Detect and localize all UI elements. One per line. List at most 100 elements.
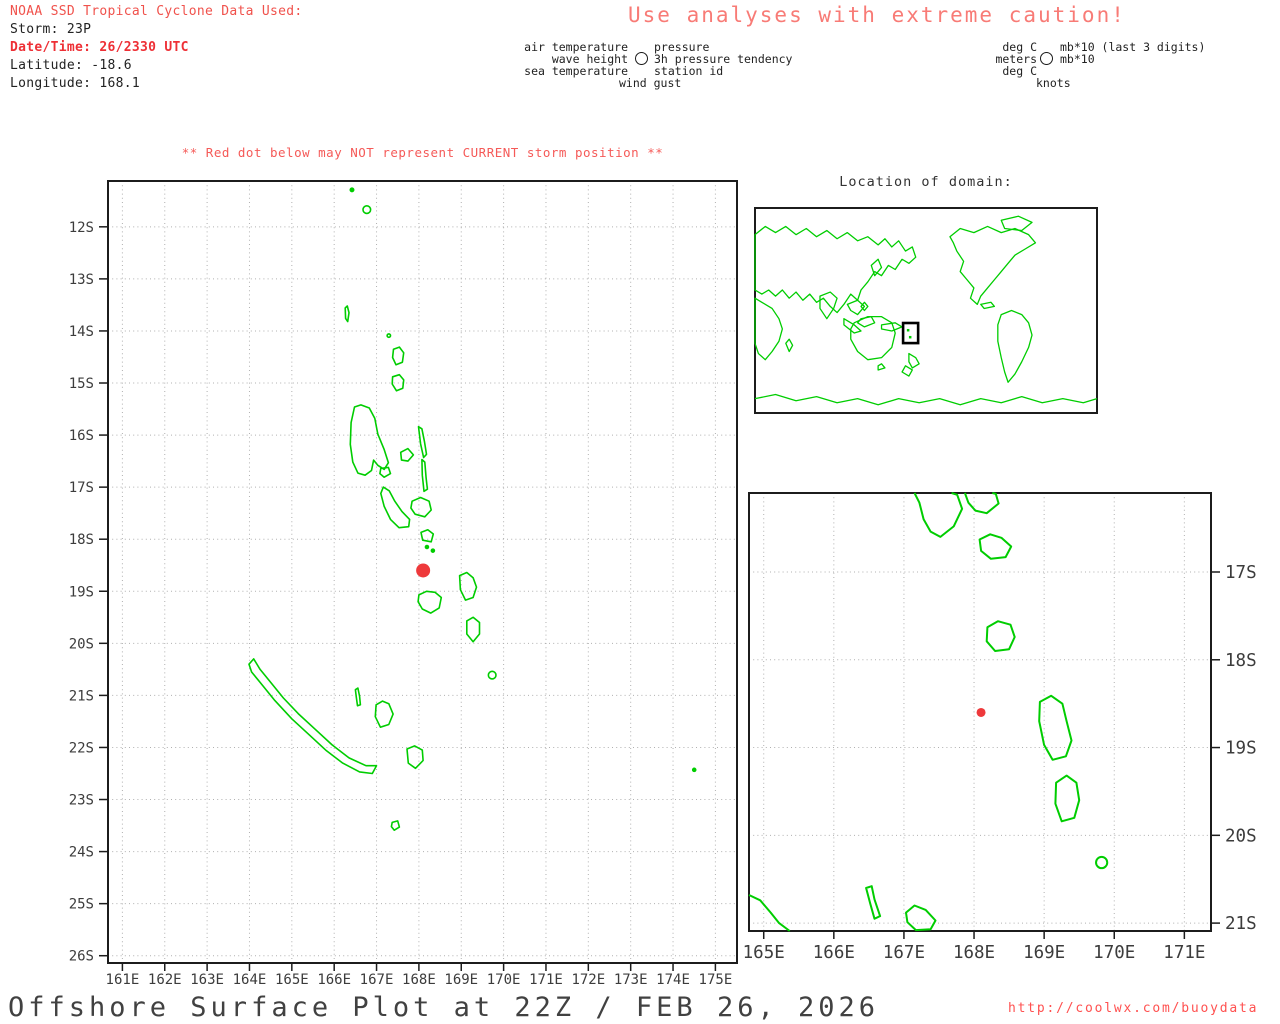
island-santa-cruz-ring [362, 205, 372, 215]
island-aniwa-ring [1095, 855, 1109, 870]
island-malakula [380, 486, 411, 529]
coastlines [248, 187, 697, 831]
island-torres-sliver [344, 305, 350, 323]
island-tanna [1054, 774, 1081, 823]
island-lifou [374, 700, 394, 728]
coastline-cuba [980, 301, 996, 310]
island-shepherd-dot-2 [430, 548, 436, 553]
coastline-new-zealand-south [901, 365, 913, 377]
storm-position-dot [976, 707, 986, 717]
x-tick-label: 168E [953, 943, 995, 963]
island-east-speck [691, 767, 697, 773]
y-tick-label: 21S [1225, 914, 1257, 934]
island-epi [978, 533, 1013, 560]
x-tick-label: 172E [571, 972, 605, 988]
y-tick-label: 18S [69, 532, 94, 548]
island-aniwa-ring [487, 670, 497, 680]
domain-rectangle [901, 321, 920, 345]
y-tick-label: 20S [69, 636, 94, 652]
y-tick-label: 18S [1225, 651, 1257, 671]
x-tick-label: 169E [444, 972, 478, 988]
x-tick-label: 167E [883, 943, 925, 963]
island-new-caledonia-coast [748, 894, 791, 932]
y-tick-label: 25S [69, 897, 94, 913]
coastline-south-america [997, 309, 1033, 383]
x-tick-label: 170E [1093, 943, 1135, 963]
island-new-caledonia [248, 658, 378, 775]
island-erromango [1038, 694, 1073, 761]
island-isle-of-pines [390, 820, 401, 831]
y-tick-label: 14S [69, 324, 94, 340]
y-tick-label: 17S [69, 480, 94, 496]
surface-plot-canvas: 161E 162E 163E 164E 165E 166E 167E 168E 169E 170E… [69, 180, 1257, 988]
island-ambrym-clipped [963, 492, 1000, 515]
coastline-north-america [949, 225, 1037, 306]
island-mare [905, 904, 937, 932]
island-efate [417, 590, 443, 614]
coastline-greenland [1000, 215, 1033, 232]
island-santa-cruz-speck [349, 187, 355, 193]
inset-zoom-map: 165E 166E 167E 168E 169E 170E 171E 17S 18S 19S 20S… [743, 492, 1257, 963]
coastline-eurasia [754, 225, 917, 314]
x-tick-label: 174E [656, 972, 690, 988]
x-tick-label: 166E [813, 943, 855, 963]
x-tick-label: 175E [699, 972, 733, 988]
y-tick-label: 20S [1225, 826, 1257, 846]
x-tick-label: 171E [1163, 943, 1205, 963]
island-maewo [417, 425, 428, 459]
world-map-frame [754, 207, 1098, 414]
y-tick-label: 23S [69, 793, 94, 809]
coastline-japan [870, 258, 883, 277]
coastline-africa [754, 297, 784, 361]
x-tick-label: 170E [487, 972, 521, 988]
x-tick-label: 163E [190, 972, 224, 988]
y-tick-label: 26S [69, 949, 94, 965]
y-tick-label: 21S [69, 688, 94, 704]
island-malakula-clipped [913, 492, 964, 538]
x-tick-label: 173E [614, 972, 648, 988]
island-erromango [458, 571, 478, 601]
y-tick-label: 17S [1225, 563, 1257, 583]
x-tick-label: 171E [529, 972, 563, 988]
island-ambae [399, 447, 415, 462]
island-ambrym [410, 496, 432, 518]
x-tick-label: 161E [106, 972, 140, 988]
island-espiritu-santo [349, 404, 390, 476]
y-tick-label: 12S [69, 220, 94, 236]
island-shepherd-dot-1 [424, 544, 430, 550]
y-tick-label: 16S [69, 428, 94, 444]
island-pentecost [421, 458, 429, 493]
tick-labels: 161E 162E 163E 164E 165E 166E 167E 168E 169E 170E… [69, 220, 733, 988]
x-tick-label: 169E [1023, 943, 1065, 963]
island-epi [420, 529, 435, 543]
x-tick-label: 165E [275, 972, 309, 988]
tick-labels: 165E 166E 167E 168E 169E 170E 171E 17S 18S 19S 20S… [743, 563, 1257, 963]
x-tick-label: 165E [743, 943, 785, 963]
coastline-new-zealand-north [908, 352, 920, 369]
coastline-tasmania [877, 363, 886, 371]
x-tick-label: 167E [360, 972, 394, 988]
coastline-madagascar [785, 338, 794, 353]
plot-title: Offshore Surface Plot at 22Z / FEB 26, 2… [8, 992, 879, 1023]
island-mare [406, 745, 424, 770]
coastline-speck [906, 328, 910, 332]
y-tick-label: 15S [69, 376, 94, 392]
y-tick-label: 22S [69, 740, 94, 756]
x-tick-label: 166E [317, 972, 351, 988]
main-map: 161E 162E 163E 164E 165E 166E 167E 168E 169E 170E… [69, 180, 738, 988]
storm-position-dot [416, 563, 431, 578]
y-tick-label: 13S [69, 272, 94, 288]
island-efate [985, 620, 1016, 652]
coastline-borneo [856, 315, 876, 328]
axis-ticks [99, 226, 717, 971]
coastline-india [819, 291, 838, 320]
y-tick-label: 19S [1225, 739, 1257, 759]
x-tick-label: 168E [402, 972, 436, 988]
source-url: http://coolwx.com/buoydata [1008, 1001, 1259, 1016]
world-locator-map [754, 207, 1098, 414]
island-vanua-lava [391, 346, 405, 366]
coastline-speck [908, 335, 912, 339]
island-nc-sliver [354, 687, 362, 707]
x-tick-label: 162E [148, 972, 182, 988]
island-nc-sliver [865, 885, 882, 920]
